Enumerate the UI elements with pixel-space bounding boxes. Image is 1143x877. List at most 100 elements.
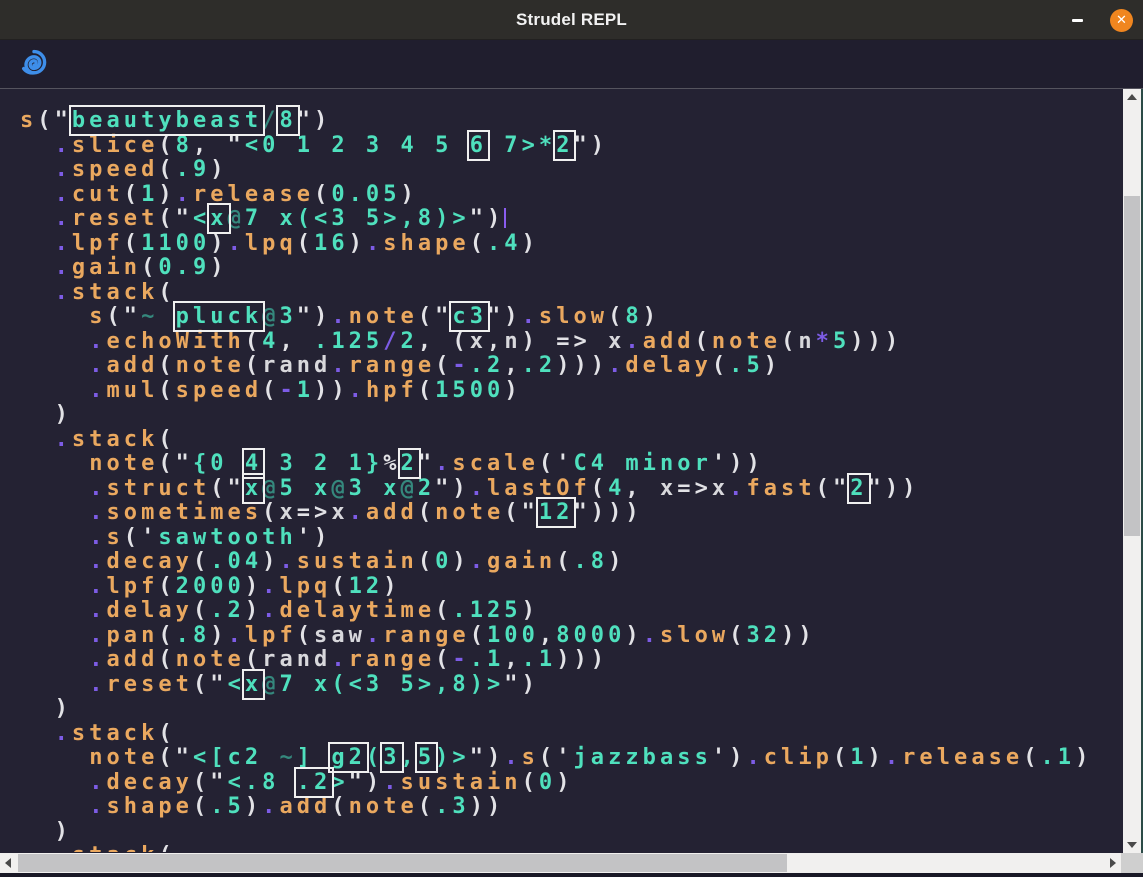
code-token: "))) <box>573 500 642 525</box>
code-token <box>20 843 55 852</box>
scroll-right-button[interactable] <box>1105 853 1121 873</box>
code-token: ) <box>556 770 573 795</box>
code-token: ( <box>193 598 210 623</box>
strudel-spiral-icon[interactable] <box>19 49 49 79</box>
minimize-button[interactable] <box>1064 7 1090 33</box>
code-token <box>20 647 89 672</box>
code-token: / <box>262 108 279 133</box>
code-token: speed <box>176 378 262 403</box>
code-token: 1 <box>141 182 158 207</box>
scroll-up-button[interactable] <box>1123 89 1141 105</box>
code-token: (" <box>210 476 245 501</box>
code-token: pan <box>106 623 158 648</box>
vertical-scrollbar-thumb[interactable] <box>1124 196 1140 536</box>
code-token: delaytime <box>279 598 435 623</box>
code-token: ( <box>435 353 452 378</box>
code-token: ( <box>158 280 175 305</box>
horizontal-scrollbar-thumb[interactable] <box>18 854 787 872</box>
active-event-highlight: pluck <box>176 304 262 329</box>
close-button[interactable]: ✕ <box>1110 9 1133 32</box>
code-token: - <box>452 647 469 672</box>
code-token <box>20 451 89 476</box>
code-token: . <box>89 378 106 403</box>
code-token: rand <box>262 647 331 672</box>
code-token: . <box>366 623 383 648</box>
code-token: ( <box>435 647 452 672</box>
code-token: stack <box>72 721 158 746</box>
code-token: . <box>279 549 296 574</box>
code-token: @ <box>262 672 279 697</box>
horizontal-scrollbar[interactable] <box>0 853 1121 873</box>
code-token: 5 x <box>279 476 331 501</box>
code-token: range <box>349 647 435 672</box>
code-line: .stack( <box>20 722 1121 747</box>
scroll-left-button[interactable] <box>0 853 16 873</box>
code-token: sustain <box>401 770 522 795</box>
scrollbar-corner <box>1121 853 1143 873</box>
code-token: ( <box>729 623 746 648</box>
code-token: range <box>383 623 469 648</box>
code-token: x <box>331 500 348 525</box>
code-token <box>20 255 55 280</box>
code-token: .1 <box>1041 745 1076 770</box>
code-token <box>20 133 55 158</box>
code-token: % <box>383 451 400 476</box>
code-token: . <box>89 647 106 672</box>
code-token: ") <box>487 304 522 329</box>
code-token: s <box>106 525 123 550</box>
code-area[interactable]: s("beautybeast/8") .slice(8, "<0 1 2 3 4… <box>0 89 1121 852</box>
code-token: add <box>279 794 331 819</box>
code-token: ) <box>158 182 175 207</box>
code-token: gain <box>487 549 556 574</box>
code-token: ( <box>158 427 175 452</box>
code-token: .4 <box>487 231 522 256</box>
code-token: ) <box>20 819 72 844</box>
code-token: fast <box>746 476 815 501</box>
code-token: 2000 <box>176 574 245 599</box>
code-token: 0 <box>435 549 452 574</box>
code-token: 0 <box>539 770 556 795</box>
code-line: .mul(speed(-1)).hpf(1500) <box>20 379 1121 404</box>
code-token: ) <box>20 402 72 427</box>
code-token: add <box>366 500 418 525</box>
code-line: .stack( <box>20 281 1121 306</box>
code-token: ))) <box>850 329 902 354</box>
code-token: . <box>89 549 106 574</box>
code-token: . <box>89 672 106 697</box>
code-token: ( <box>781 329 798 354</box>
code-token: 3 <box>279 304 296 329</box>
code-token: n <box>798 329 815 354</box>
scroll-down-button[interactable] <box>1123 837 1141 853</box>
code-token: ') <box>297 525 332 550</box>
code-token: ~ <box>141 304 158 329</box>
code-token: ( <box>712 353 729 378</box>
code-token: , <box>625 476 660 501</box>
code-token: ( <box>418 794 435 819</box>
code-token: ") <box>470 206 505 231</box>
arrow-left-icon <box>5 858 11 868</box>
code-token: ) <box>262 549 279 574</box>
code-token: . <box>331 353 348 378</box>
code-token: x <box>660 476 677 501</box>
code-token: ( <box>297 623 314 648</box>
code-token: lpf <box>106 574 158 599</box>
code-token: ) <box>245 794 262 819</box>
code-token: ) <box>210 231 227 256</box>
code-token: .1 <box>522 647 557 672</box>
code-token: slow <box>539 304 608 329</box>
editor-pane: s("beautybeast/8") .slice(8, "<0 1 2 3 4… <box>0 88 1143 877</box>
code-token: sawtooth <box>158 525 296 550</box>
code-token: x <box>712 476 729 501</box>
vertical-scrollbar[interactable] <box>1123 89 1141 853</box>
code-token: add <box>106 647 158 672</box>
code-token <box>20 770 89 795</box>
code-token: , ( <box>418 329 470 354</box>
code-token: . <box>55 280 72 305</box>
code-token: shape <box>383 231 469 256</box>
code-token: . <box>262 574 279 599</box>
code-token: 8000 <box>556 623 625 648</box>
window-title: Strudel REPL <box>516 10 627 30</box>
code-token: . <box>349 500 366 525</box>
code-token: ( <box>158 353 175 378</box>
code-line: ) <box>20 403 1121 428</box>
